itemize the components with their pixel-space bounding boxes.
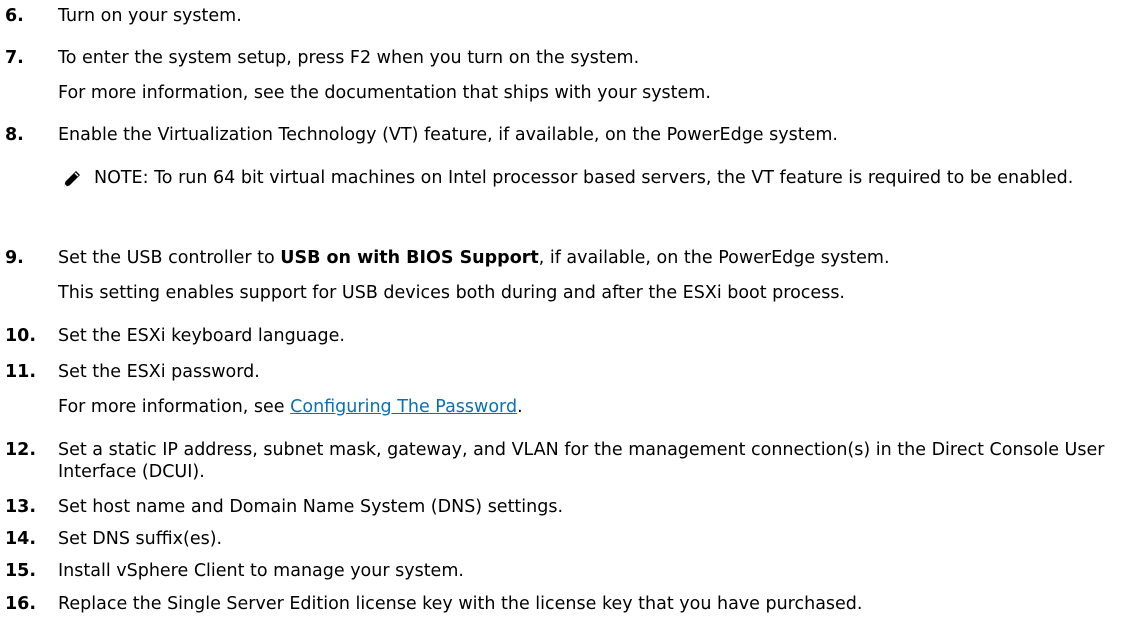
configuring-password-link[interactable]: Configuring The Password [290,397,517,417]
step-text: Turn on your system. [58,6,242,26]
step-body: Replace the Single Server Edition licens… [58,593,862,615]
step-14: 14. Set DNS suffix(es). [0,528,222,550]
step-text: To enter the system setup, press F2 when… [58,48,640,68]
step-body: Set the ESXi keyboard language. [58,325,345,347]
step-text: Install vSphere Client to manage your sy… [58,561,464,581]
step-8: 8. Enable the Virtualization Technology … [0,124,1131,191]
step-body: Install vSphere Client to manage your sy… [58,560,464,582]
step-text-pre: Set the USB controller to [58,248,281,268]
step-subtext-post: . [517,397,523,417]
note-body: To run 64 bit virtual machines on Intel … [148,168,1074,188]
step-body: Enable the Virtualization Technology (VT… [58,124,1131,191]
step-number: 10. [5,326,37,346]
step-11: 11. Set the ESXi password. For more info… [0,361,523,418]
step-text: Enable the Virtualization Technology (VT… [58,125,838,145]
pencil-note-icon [58,168,86,190]
usb-setting-name: USB on with BIOS Support [280,248,539,268]
step-text: Set host name and Domain Name System (DN… [58,497,564,517]
step-6: 6. Turn on your system. [0,5,242,27]
step-number: 6. [5,6,24,26]
step-subtext: For more information, see Configuring Th… [58,396,523,418]
step-text: Set the ESXi keyboard language. [58,326,345,346]
step-text: Set DNS suffix(es). [58,529,223,549]
note-text: NOTE: To run 64 bit virtual machines on … [94,165,1131,191]
step-number: 11. [5,362,37,382]
step-10: 10. Set the ESXi keyboard language. [0,325,345,347]
step-body: Turn on your system. [58,5,242,27]
step-text: Replace the Single Server Edition licens… [58,594,863,614]
step-text: Set the ESXi password. [58,362,260,382]
step-7: 7. To enter the system setup, press F2 w… [0,47,711,104]
step-subtext-pre: For more information, see [58,397,291,417]
step-16: 16. Replace the Single Server Edition li… [0,593,862,615]
step-body: Set the USB controller to USB on with BI… [58,247,890,304]
step-subtext: This setting enables support for USB dev… [58,283,845,303]
step-body: Set the ESXi password. For more informat… [58,361,523,418]
step-text-post: , if available, on the PowerEdge system. [538,248,890,268]
step-number: 16. [5,594,37,614]
note-label: NOTE: [94,168,149,188]
step-number: 9. [5,248,24,268]
step-text: Set a static IP address, subnet mask, ga… [58,440,1105,482]
step-number: 13. [5,497,37,517]
step-body: Set host name and Domain Name System (DN… [58,496,563,518]
step-text: Set the USB controller to USB on with BI… [58,247,890,269]
step-15: 15. Install vSphere Client to manage you… [0,560,464,582]
step-number: 14. [5,529,37,549]
step-body: Set DNS suffix(es). [58,528,222,550]
step-12: 12. Set a static IP address, subnet mask… [0,439,1131,483]
step-number: 15. [5,561,37,581]
note-box: NOTE: To run 64 bit virtual machines on … [58,168,1131,191]
step-body: To enter the system setup, press F2 when… [58,47,711,104]
step-body: Set a static IP address, subnet mask, ga… [58,439,1131,483]
step-9: 9. Set the USB controller to USB on with… [0,247,890,304]
step-number: 7. [5,48,24,68]
step-subtext: For more information, see the documentat… [58,83,711,103]
step-number: 8. [5,125,24,145]
step-13: 13. Set host name and Domain Name System… [0,496,563,518]
step-number: 12. [5,440,37,460]
